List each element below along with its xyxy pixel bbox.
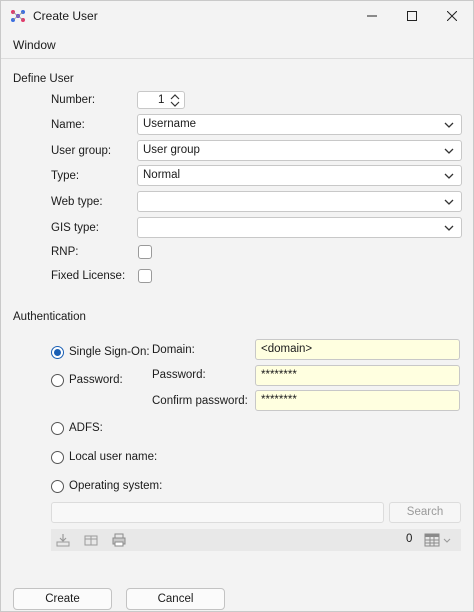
gis-type-label: GIS type: xyxy=(51,222,99,234)
sso-password-label: Password: xyxy=(152,369,206,381)
chevron-down-icon xyxy=(444,173,454,179)
chevron-down-icon xyxy=(444,148,454,154)
import-icon[interactable] xyxy=(55,532,71,548)
sso-radio[interactable] xyxy=(51,346,64,359)
password-radio[interactable] xyxy=(51,374,64,387)
adfs-radio[interactable] xyxy=(51,422,64,435)
menu-bar: Window xyxy=(1,33,473,59)
gis-type-combobox[interactable] xyxy=(137,217,462,238)
chevron-down-icon xyxy=(444,199,454,205)
table-view-icon[interactable] xyxy=(424,532,440,548)
os-label[interactable]: Operating system: xyxy=(69,480,162,492)
domain-value: <domain> xyxy=(261,343,313,355)
fixed-license-label: Fixed License: xyxy=(51,270,126,282)
confirm-password-label: Confirm password: xyxy=(152,395,248,407)
chevron-down-icon[interactable] xyxy=(442,532,452,548)
type-value: Normal xyxy=(143,169,181,181)
number-spinner[interactable]: 1 xyxy=(137,91,185,109)
adfs-label[interactable]: ADFS: xyxy=(69,422,103,434)
columns-icon[interactable] xyxy=(83,532,99,548)
number-label: Number: xyxy=(51,94,96,106)
web-type-label: Web type: xyxy=(51,196,103,208)
fixed-license-checkbox[interactable] xyxy=(138,269,152,283)
name-value: Username xyxy=(143,118,197,130)
number-value: 1 xyxy=(158,94,165,106)
domain-input[interactable]: <domain> xyxy=(255,339,460,360)
type-label: Type: xyxy=(51,170,80,182)
confirm-password-input[interactable]: ******** xyxy=(255,390,460,411)
define-user-label: Define User xyxy=(13,73,74,85)
results-toolbar: 0 xyxy=(51,529,461,551)
name-label: Name: xyxy=(51,119,85,131)
maximize-icon xyxy=(407,11,417,21)
app-logo-icon xyxy=(11,10,25,22)
spinner-up-down-icon[interactable] xyxy=(170,94,180,107)
user-group-value: User group xyxy=(143,144,200,156)
rnp-checkbox[interactable] xyxy=(138,245,152,259)
os-search-input[interactable] xyxy=(51,502,384,523)
confirm-password-value: ******** xyxy=(261,394,297,406)
user-group-combobox[interactable]: User group xyxy=(137,140,462,161)
create-button[interactable]: Create xyxy=(13,588,112,610)
menu-window[interactable]: Window xyxy=(13,38,56,52)
chevron-down-icon xyxy=(444,225,454,231)
print-icon[interactable] xyxy=(111,532,127,548)
sso-password-value: ******** xyxy=(261,369,297,381)
name-combobox[interactable]: Username xyxy=(137,114,462,135)
close-button[interactable] xyxy=(441,5,463,27)
local-user-radio[interactable] xyxy=(51,451,64,464)
domain-label: Domain: xyxy=(152,344,195,356)
web-type-combobox[interactable] xyxy=(137,191,462,212)
os-radio[interactable] xyxy=(51,480,64,493)
result-count: 0 xyxy=(406,533,413,545)
minimize-button[interactable] xyxy=(361,5,383,27)
title-bar[interactable]: Create User xyxy=(1,1,473,31)
close-icon xyxy=(447,11,457,21)
cancel-button[interactable]: Cancel xyxy=(126,588,225,610)
minimize-icon xyxy=(367,15,377,17)
user-group-label: User group: xyxy=(51,145,112,157)
create-user-window: Create User Window Define User Number: 1… xyxy=(0,0,474,612)
maximize-button[interactable] xyxy=(401,5,423,27)
window-title: Create User xyxy=(33,9,98,23)
sso-label[interactable]: Single Sign-On: xyxy=(69,346,150,358)
search-button[interactable]: Search xyxy=(389,502,461,523)
rnp-label: RNP: xyxy=(51,246,79,258)
authentication-label: Authentication xyxy=(13,311,86,323)
type-combobox[interactable]: Normal xyxy=(137,165,462,186)
chevron-down-icon xyxy=(444,122,454,128)
local-user-label[interactable]: Local user name: xyxy=(69,451,157,463)
password-radio-label[interactable]: Password: xyxy=(69,374,123,386)
sso-password-input[interactable]: ******** xyxy=(255,365,460,386)
